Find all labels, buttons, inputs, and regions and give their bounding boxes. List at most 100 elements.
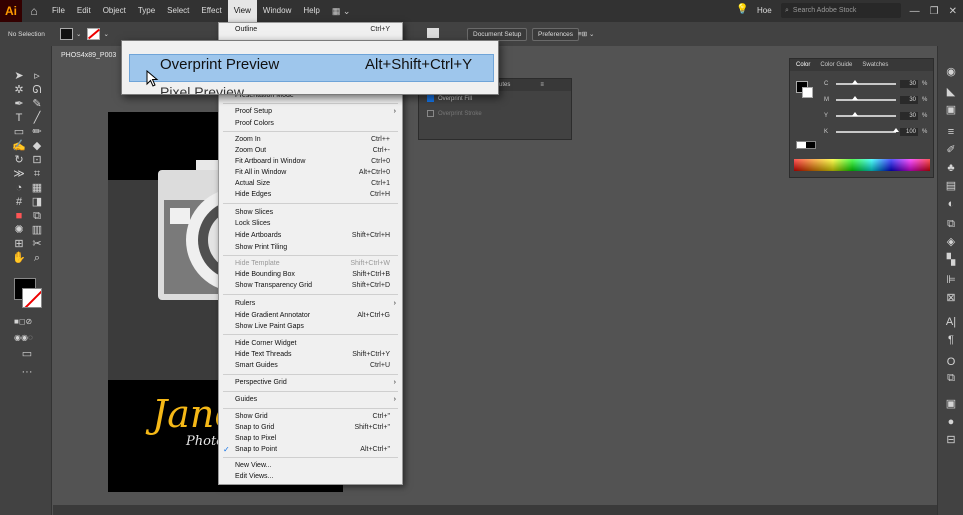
- chevron-down-icon[interactable]: ⌄: [76, 30, 81, 38]
- menu-item-snap-to-grid[interactable]: Snap to Grid Shift+Ctrl+": [219, 423, 402, 433]
- pen-tool-icon[interactable]: ✒: [12, 98, 26, 110]
- gradient-tool-icon[interactable]: ◨: [30, 196, 44, 208]
- tab-color-guide[interactable]: Color Guide: [820, 62, 852, 68]
- pathfinder-icon[interactable]: ⊠: [944, 292, 958, 304]
- lightbulb-icon[interactable]: 💡: [736, 4, 748, 15]
- menu-item-proof-setup[interactable]: Proof Setup ›: [219, 107, 402, 117]
- black-white-swatches[interactable]: [796, 141, 816, 149]
- search-input[interactable]: Search Adobe Stock: [793, 7, 856, 14]
- menu-item-new-view[interactable]: New View...: [219, 461, 402, 471]
- menu-edit[interactable]: Edit: [71, 0, 97, 22]
- menu-item-proof-colors[interactable]: Proof Colors: [219, 119, 402, 129]
- opentype-icon[interactable]: O: [944, 356, 958, 368]
- menu-item-guides[interactable]: Guides ›: [219, 395, 402, 405]
- graphic-styles-icon[interactable]: ▤: [944, 180, 958, 192]
- slice-tool-icon[interactable]: ✂: [30, 238, 44, 250]
- stroke-color-box[interactable]: [22, 288, 42, 308]
- menu-item-edit-views[interactable]: Edit Views...: [219, 472, 402, 482]
- artboard-tool-icon[interactable]: ⊞: [12, 238, 26, 250]
- color-spectrum[interactable]: [794, 159, 930, 171]
- layers-icon[interactable]: ◈: [944, 236, 958, 248]
- appearance-icon[interactable]: ◉: [944, 66, 958, 78]
- arrange-icon[interactable]: ≡⊞ ⌄: [578, 30, 595, 38]
- color-guide-icon[interactable]: ◐: [944, 198, 958, 210]
- shape-builder-icon[interactable]: ◔: [12, 182, 26, 194]
- zoom-tool-icon[interactable]: ⌕: [30, 252, 44, 264]
- transparency-icon[interactable]: ◣: [944, 86, 958, 98]
- menu-item-show-grid[interactable]: Show Grid Ctrl+": [219, 412, 402, 422]
- restore-icon[interactable]: ❐: [930, 6, 939, 17]
- asset-export-icon[interactable]: ▚: [944, 254, 958, 266]
- workspace-switcher-icon[interactable]: ▦ ⌄: [326, 6, 357, 17]
- menu-item-rulers[interactable]: Rulers ›: [219, 299, 402, 309]
- stroke-swatch[interactable]: [87, 28, 101, 40]
- color-mode-icon[interactable]: ■◻⊘: [14, 316, 32, 328]
- black-value[interactable]: 100: [900, 127, 918, 136]
- menu-item-hide-corner-widget[interactable]: Hide Corner Widget: [219, 339, 402, 349]
- menu-item-hide-gradient-annotator[interactable]: Hide Gradient Annotator Alt+Ctrl+G: [219, 311, 402, 321]
- stroke-color-box[interactable]: [802, 87, 813, 98]
- document-tab[interactable]: PHOS4x89_P003: [53, 48, 125, 64]
- menu-item-smart-guides[interactable]: Smart Guides Ctrl+U: [219, 361, 402, 371]
- cyan-slider[interactable]: C 30%: [824, 79, 934, 88]
- line-tool-icon[interactable]: ╱: [30, 112, 44, 124]
- close-icon[interactable]: ✕: [949, 6, 957, 17]
- document-setup-button[interactable]: Document Setup: [467, 27, 528, 41]
- pencil-tool-icon[interactable]: ✏: [30, 126, 44, 138]
- tab-swatches[interactable]: Swatches: [862, 62, 888, 68]
- stock-search[interactable]: ⌕ Search Adobe Stock: [781, 3, 901, 18]
- menu-item-lock-slices[interactable]: Lock Slices: [219, 219, 402, 229]
- black-slider[interactable]: K 100%: [824, 127, 934, 136]
- home-icon[interactable]: ⌂: [22, 4, 46, 18]
- character-icon[interactable]: A|: [944, 316, 958, 328]
- perspective-grid-icon[interactable]: ▦: [30, 182, 44, 194]
- menu-item-show-print-tiling[interactable]: Show Print Tiling: [219, 243, 402, 253]
- more-tools-icon[interactable]: ···: [20, 366, 34, 378]
- paragraph-icon[interactable]: ¶: [944, 334, 958, 346]
- rotate-tool-icon[interactable]: ↻: [12, 154, 26, 166]
- panel-menu-icon[interactable]: ≡: [540, 82, 544, 88]
- screen-mode-icon[interactable]: ▭: [20, 348, 34, 360]
- image-icon[interactable]: ▣: [944, 104, 958, 116]
- free-transform-icon[interactable]: ⌗: [30, 168, 44, 180]
- menu-item-hide-text-threads[interactable]: Hide Text Threads Shift+Ctrl+Y: [219, 350, 402, 360]
- menu-file[interactable]: File: [46, 0, 71, 22]
- minimize-icon[interactable]: —: [910, 6, 920, 17]
- menu-item-actual-size[interactable]: Actual Size Ctrl+1: [219, 179, 402, 189]
- selection-tool-icon[interactable]: ➤: [12, 70, 26, 82]
- navigator-icon[interactable]: ▣: [944, 398, 958, 410]
- menu-item-hide-artboards[interactable]: Hide Artboards Shift+Ctrl+H: [219, 231, 402, 241]
- menu-item-fit-all[interactable]: Fit All in Window Alt+Ctrl+0: [219, 168, 402, 178]
- info-icon[interactable]: ●: [944, 416, 958, 428]
- preferences-button[interactable]: Preferences: [532, 27, 580, 41]
- menu-item-perspective-grid[interactable]: Perspective Grid ›: [219, 378, 402, 388]
- links-icon[interactable]: ⧉: [944, 372, 958, 384]
- hand-tool-icon[interactable]: ✋: [12, 252, 26, 264]
- menu-item-show-transparency-grid[interactable]: Show Transparency Grid Shift+Ctrl+D: [219, 281, 402, 291]
- menu-type[interactable]: Type: [132, 0, 161, 22]
- magenta-value[interactable]: 30: [900, 95, 918, 104]
- menu-item-show-slices[interactable]: Show Slices: [219, 208, 402, 218]
- menu-object[interactable]: Object: [97, 0, 132, 22]
- brushes-icon[interactable]: ✐: [944, 144, 958, 156]
- menu-help[interactable]: Help: [297, 0, 325, 22]
- magenta-slider[interactable]: M 30%: [824, 95, 934, 104]
- menu-item-zoom-out[interactable]: Zoom Out Ctrl+-: [219, 146, 402, 156]
- fill-swatch[interactable]: [60, 28, 73, 40]
- workspace-name[interactable]: Hoe: [757, 0, 772, 22]
- mesh-tool-icon[interactable]: #: [12, 196, 26, 208]
- menu-view[interactable]: View: [227, 0, 257, 22]
- direct-selection-tool-icon[interactable]: ▹: [30, 70, 44, 82]
- menu-item-hide-bounding-box[interactable]: Hide Bounding Box Shift+Ctrl+B: [219, 270, 402, 280]
- symbols-icon[interactable]: ♣: [944, 162, 958, 174]
- eraser-tool-icon[interactable]: ◆: [30, 140, 44, 152]
- chevron-down-icon[interactable]: ⌄: [103, 30, 108, 38]
- menu-item-fit-artboard[interactable]: Fit Artboard in Window Ctrl+0: [219, 157, 402, 167]
- stroke-icon[interactable]: ≡: [944, 126, 958, 138]
- draw-mode-icon[interactable]: ◉◉◌: [14, 332, 33, 344]
- overprint-stroke-row[interactable]: Overprint Stroke: [419, 106, 571, 121]
- eyedropper-tool-icon[interactable]: ■: [12, 210, 26, 222]
- align-icon[interactable]: ⊫: [944, 274, 958, 286]
- lasso-icon[interactable]: ᘏ: [30, 84, 44, 96]
- menu-effect[interactable]: Effect: [195, 0, 227, 22]
